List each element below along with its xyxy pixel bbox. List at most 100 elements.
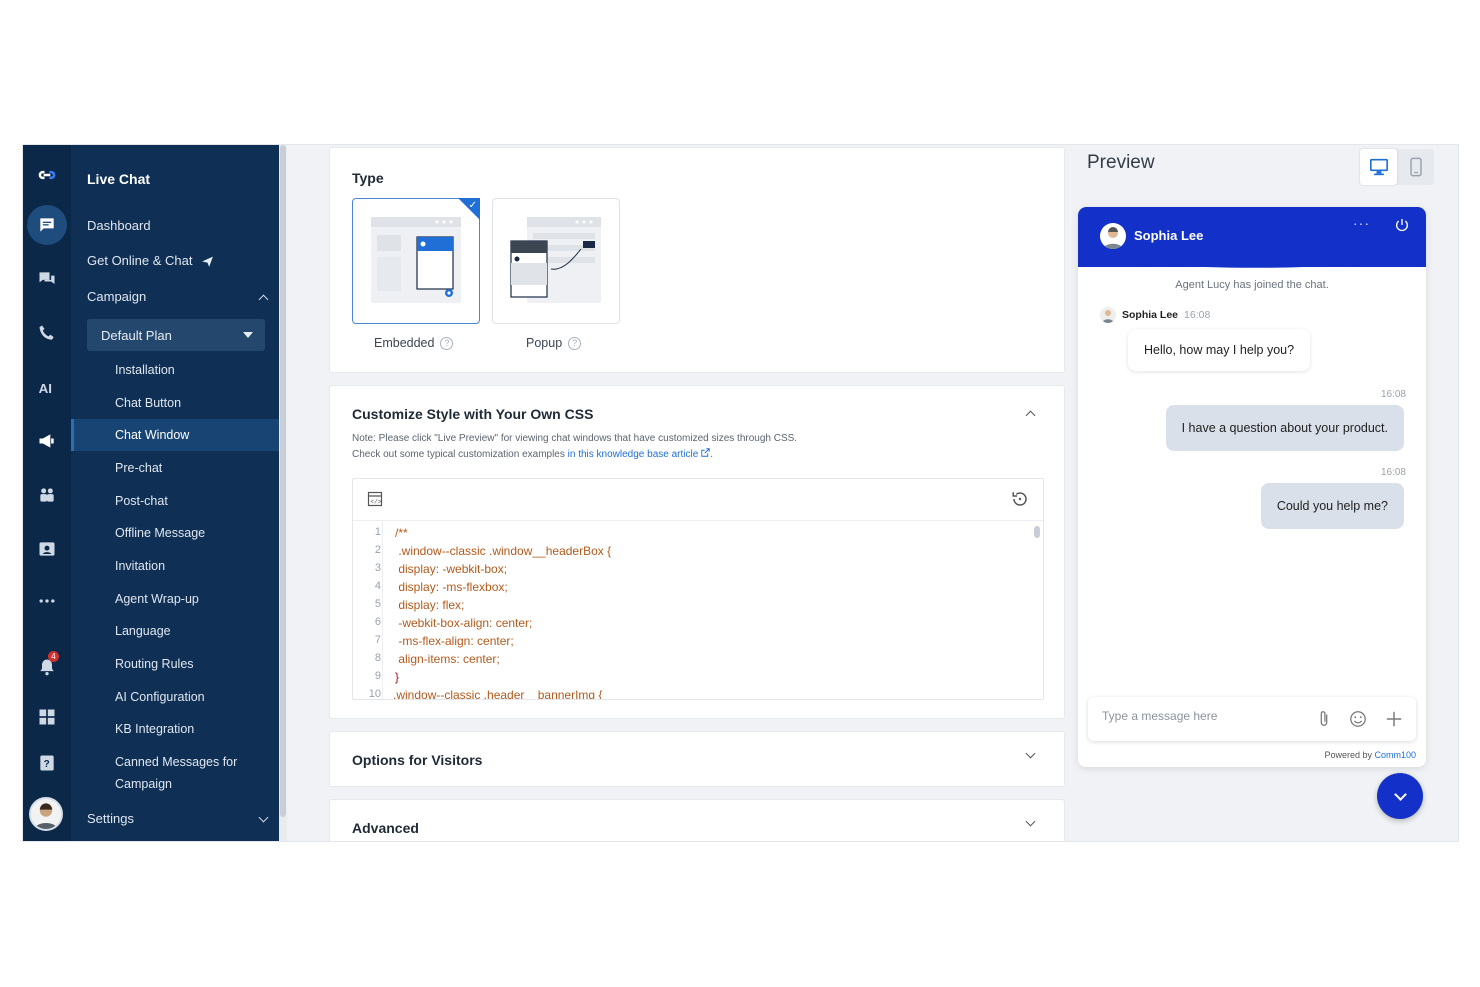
sidebar-item-agent-wrap-up[interactable]: Agent Wrap-up <box>115 587 199 611</box>
chevron-up-icon[interactable] <box>1025 410 1036 421</box>
team-icon[interactable] <box>31 479 63 511</box>
ai-icon[interactable]: AI <box>31 371 63 403</box>
mobile-icon <box>1409 157 1422 177</box>
sidebar-item-installation[interactable]: Installation <box>115 358 175 382</box>
svg-text:AI: AI <box>39 381 52 396</box>
message-input[interactable] <box>1102 709 1302 723</box>
plus-icon[interactable] <box>1384 709 1404 729</box>
line-number: 10 <box>368 688 381 700</box>
options-title: Options for Visitors <box>352 752 483 768</box>
plan-select[interactable]: Default Plan <box>87 319 265 351</box>
more-options-icon[interactable]: ··· <box>1353 215 1370 231</box>
code-line: /** <box>395 526 408 540</box>
chevron-down-icon <box>258 812 269 822</box>
message-sender: Sophia Lee <box>1122 309 1179 321</box>
sidebar-item-campaign[interactable]: Campaign <box>87 285 269 309</box>
code-line: } <box>395 670 400 684</box>
header-wave <box>1078 251 1426 268</box>
sidebar-item-pre-chat[interactable]: Pre-chat <box>115 456 162 480</box>
sidebar-item-ai-configuration[interactable]: AI Configuration <box>115 685 205 709</box>
system-message: Agent Lucy has joined the chat. <box>1175 279 1329 291</box>
campaign-megaphone-icon[interactable] <box>31 425 63 457</box>
agent-mini-avatar <box>1100 307 1116 323</box>
reset-icon[interactable] <box>1011 490 1029 508</box>
sidebar-nav: Live Chat Dashboard Get Online & Chat Ca… <box>71 145 279 841</box>
mobile-view-button[interactable] <box>1397 149 1434 185</box>
minimize-chat-button[interactable] <box>1377 773 1423 819</box>
sidebar-item-invitation[interactable]: Invitation <box>115 554 165 578</box>
line-number: 4 <box>374 580 381 592</box>
notification-bell-icon[interactable]: 4 <box>31 651 63 683</box>
phone-icon[interactable] <box>31 317 63 349</box>
sidebar-item-chat-button[interactable]: Chat Button <box>115 391 181 415</box>
chevron-down-icon[interactable] <box>1025 748 1036 759</box>
css-card: Customize Style with Your Own CSS Note: … <box>329 385 1065 719</box>
desktop-view-button[interactable] <box>1360 149 1397 185</box>
sidebar-item-post-chat[interactable]: Post-chat <box>115 489 168 513</box>
agent-icon[interactable] <box>31 533 63 565</box>
message-meta: Sophia Lee 16:08 <box>1100 307 1210 323</box>
help-icon[interactable]: ? <box>31 747 63 779</box>
kb-article-link[interactable]: in this knowledge base article <box>568 449 699 460</box>
chevron-down-icon <box>1393 787 1407 801</box>
advanced-card[interactable]: Advanced <box>329 799 1065 841</box>
sidebar-item-chat-window[interactable]: Chat Window <box>71 419 279 451</box>
power-icon[interactable] <box>1394 217 1410 233</box>
sidebar-item-get-online[interactable]: Get Online & Chat <box>87 249 214 273</box>
type-option-popup[interactable] <box>492 198 620 324</box>
code-line: .window--classic .header__bannerImg { <box>393 688 603 700</box>
app-window: AI 4 ? Live Chat Dashboard Get Online & … <box>22 144 1459 842</box>
emoji-icon[interactable] <box>1348 709 1368 729</box>
options-card[interactable]: Options for Visitors <box>329 731 1065 787</box>
code-line: -webkit-box-align: center; <box>395 616 533 630</box>
sidebar-item-routing-rules[interactable]: Routing Rules <box>115 652 194 676</box>
attachment-icon[interactable] <box>1314 709 1334 729</box>
line-number: 5 <box>374 598 381 610</box>
messages-icon[interactable] <box>31 263 63 295</box>
chat-icon[interactable] <box>27 205 67 245</box>
help-circle-icon[interactable]: ? <box>440 336 454 350</box>
device-toggle[interactable] <box>1360 149 1434 185</box>
type-title: Type <box>352 170 384 186</box>
sidebar-scrollbar[interactable] <box>279 145 287 841</box>
sidebar-item-kb-integration[interactable]: KB Integration <box>115 717 194 741</box>
check-icon: ✓ <box>468 200 477 211</box>
code-area[interactable]: 1 2 3 4 5 6 7 8 9 10 /** .window--classi… <box>353 522 1043 700</box>
powered-by: Powered by Comm100 <box>1324 750 1416 760</box>
message-time: 16:08 <box>1184 309 1211 321</box>
message-time: 16:08 <box>1380 389 1406 400</box>
preview-panel: Preview Sophia Lee ··· Agent Lucy has jo… <box>1065 145 1458 841</box>
code-line: -ms-flex-align: center; <box>395 634 514 648</box>
code-scrollbar-thumb[interactable] <box>1034 526 1040 538</box>
logo-icon <box>31 159 63 191</box>
main-content: Type ✓ Embedded ? Popup ? Customize Styl… <box>329 145 1065 841</box>
type-option-embedded[interactable]: ✓ <box>352 198 480 324</box>
advanced-title: Advanced <box>352 820 419 836</box>
chevron-down-icon[interactable] <box>1025 816 1036 827</box>
css-code-editor[interactable]: </> 1 2 3 4 5 6 7 8 9 10 /** .window--cl… <box>352 478 1044 700</box>
external-link-icon <box>701 448 710 457</box>
user-avatar[interactable] <box>29 797 63 831</box>
chat-input-box <box>1088 697 1416 741</box>
help-circle-icon[interactable]: ? <box>568 336 582 350</box>
code-line: display: -ms-flexbox; <box>395 580 508 594</box>
line-number: 2 <box>374 544 381 556</box>
more-icon[interactable] <box>31 585 63 617</box>
sidebar-item-language[interactable]: Language <box>115 619 171 643</box>
send-icon <box>201 256 213 267</box>
sidebar-item-canned-messages[interactable]: Canned Messages for <box>115 750 237 774</box>
agent-message-bubble: Hello, how may I help you? <box>1128 329 1311 371</box>
scrollbar-thumb[interactable] <box>280 145 286 817</box>
code-template-icon[interactable]: </> <box>367 491 383 507</box>
apps-icon[interactable] <box>31 701 63 733</box>
sidebar-item-offline-message[interactable]: Offline Message <box>115 521 205 545</box>
sidebar-item-settings[interactable]: Settings <box>87 807 269 831</box>
powered-brand-link[interactable]: Comm100 <box>1374 750 1416 760</box>
type-label-popup: Popup ? <box>526 336 582 350</box>
message-time: 16:08 <box>1380 467 1406 478</box>
visitor-message-bubble: I have a question about your product. <box>1165 405 1404 451</box>
sidebar-item-dashboard[interactable]: Dashboard <box>87 214 151 238</box>
sidebar-item-canned-messages-line2[interactable]: Campaign <box>115 772 172 796</box>
icon-rail: AI 4 ? <box>23 145 71 841</box>
preview-title: Preview <box>1087 152 1155 173</box>
